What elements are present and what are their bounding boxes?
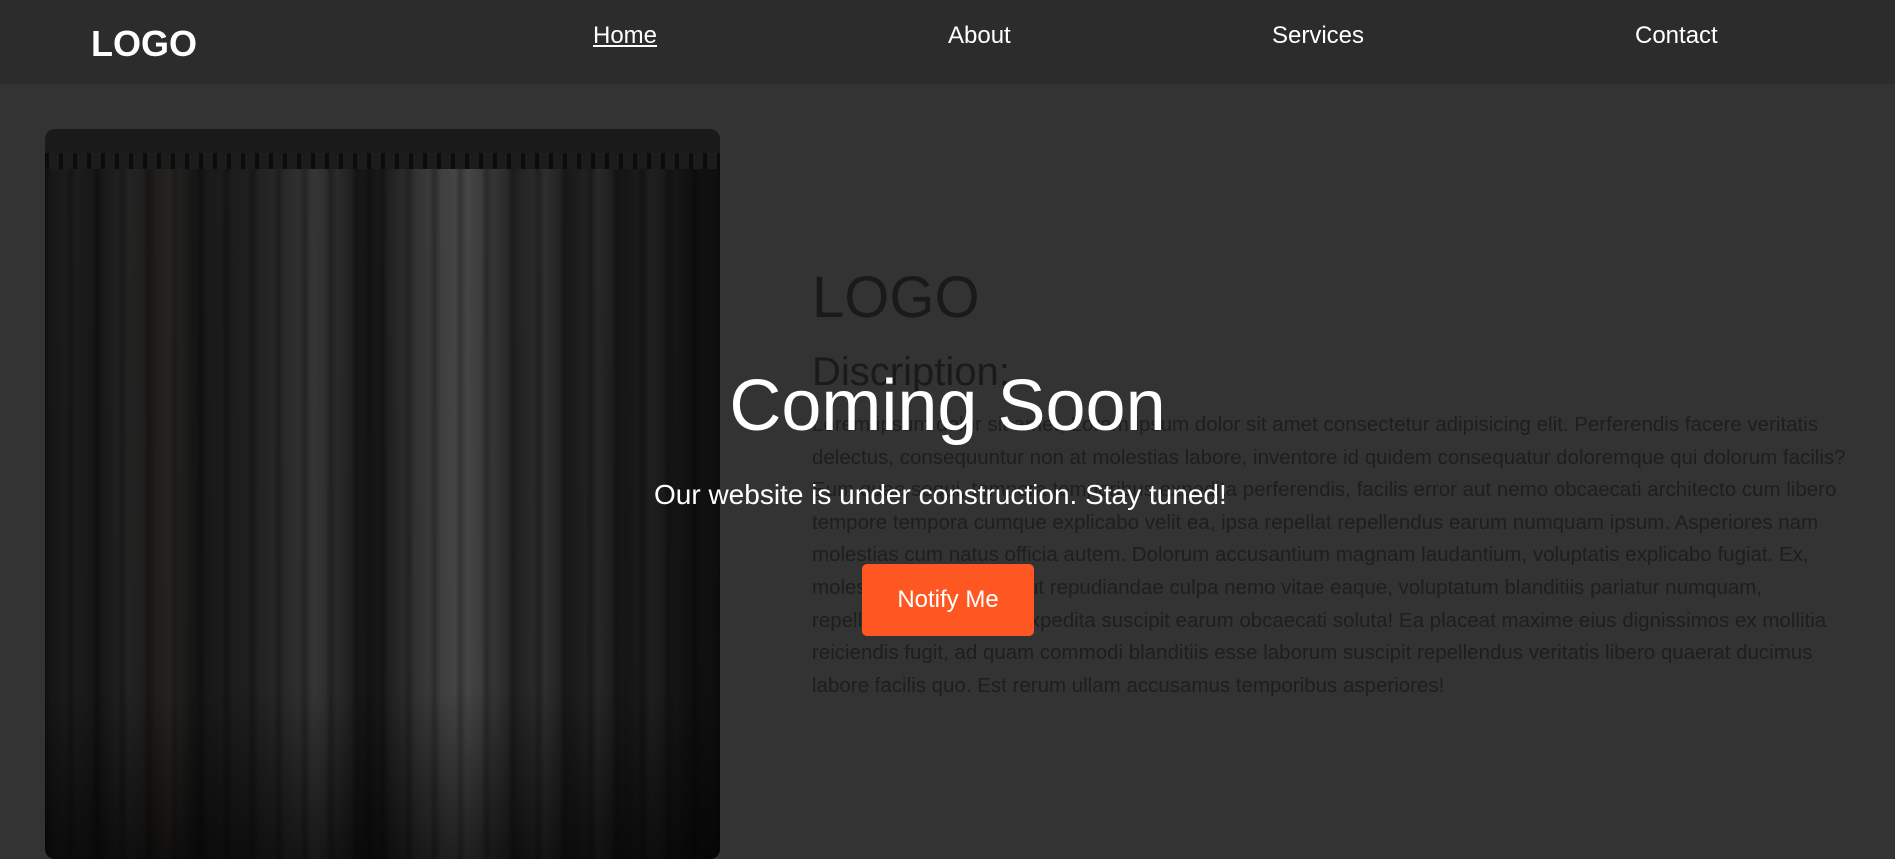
coming-soon-subtitle: Our website is under construction. Stay … — [654, 479, 1227, 510]
description-text: Lorem ipsum dolor sit amet, Lorem ipsum … — [812, 413, 1846, 697]
clothes-rail — [45, 153, 720, 169]
nav-link-contact[interactable]: Contact — [1635, 21, 1718, 51]
floor-shadow — [45, 689, 720, 859]
content-logo: LOGO — [812, 265, 980, 330]
notify-me-button[interactable]: Notify Me — [862, 564, 1034, 636]
nav-link-about[interactable]: About — [948, 21, 1011, 51]
coming-soon-title: Coming Soon — [0, 366, 1895, 446]
nav-link-services[interactable]: Services — [1272, 21, 1364, 51]
coming-soon-title-text: Coming Soon — [729, 366, 1166, 446]
hero-image-clothes-rack — [45, 129, 720, 859]
navbar: LOGO Home About Services Contact — [0, 0, 1895, 84]
nav-link-home[interactable]: Home — [593, 21, 657, 51]
nav-logo[interactable]: LOGO — [91, 24, 197, 64]
